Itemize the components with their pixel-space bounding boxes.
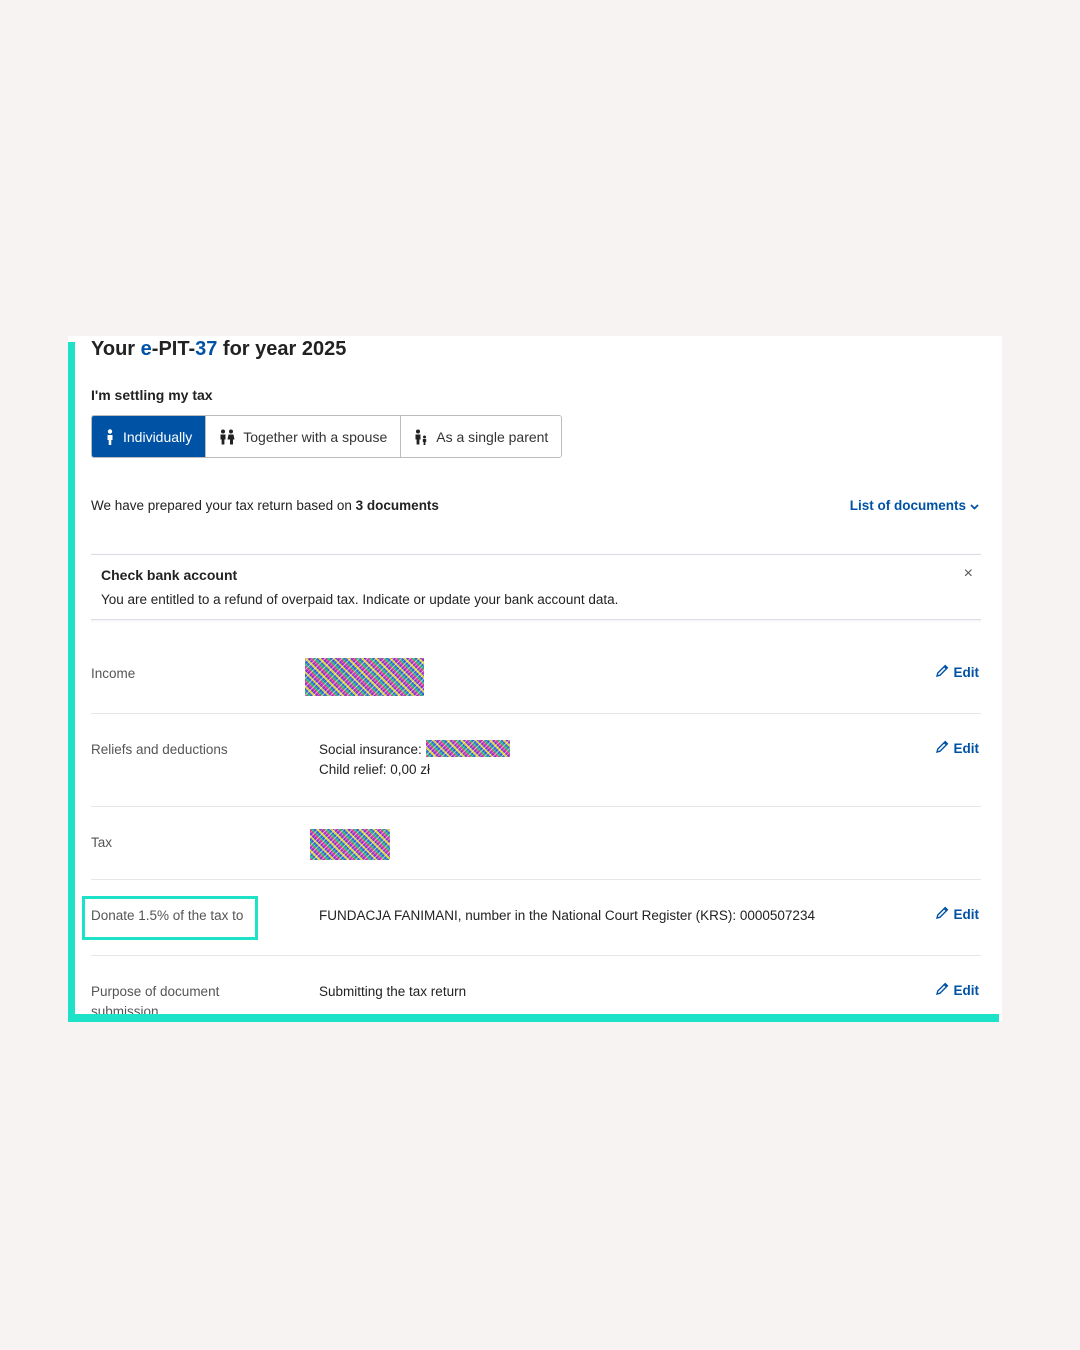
settling-label: I'm settling my tax — [91, 387, 213, 403]
option-single-parent[interactable]: As a single parent — [401, 416, 562, 457]
divider — [91, 879, 981, 880]
income-value-redacted — [305, 658, 424, 696]
donate-highlight-box — [82, 896, 258, 940]
chevron-down-icon — [970, 498, 979, 513]
tax-label: Tax — [91, 835, 113, 850]
prepared-summary: We have prepared your tax return based o… — [91, 498, 439, 513]
reliefs-value: Social insurance: Child relief: 0,00 zł — [319, 739, 510, 780]
highlight-frame-left — [68, 342, 75, 1022]
reliefs-label: Reliefs and deductions — [91, 742, 228, 757]
edit-purpose-button[interactable]: Edit — [935, 982, 979, 998]
option-together-label: Together with a spouse — [243, 428, 388, 445]
list-of-documents-link[interactable]: List of documents — [850, 498, 979, 513]
income-label: Income — [91, 666, 136, 681]
option-together-with-spouse[interactable]: Together with a spouse — [206, 416, 402, 457]
close-icon[interactable]: × — [964, 565, 973, 583]
pencil-icon — [935, 664, 949, 680]
person-icon — [105, 428, 115, 445]
option-individually[interactable]: Individually — [92, 416, 207, 457]
documents-count: 3 documents — [355, 498, 439, 513]
edit-donate-button[interactable]: Edit — [935, 906, 979, 922]
option-single-parent-label: As a single parent — [436, 428, 549, 445]
parent-child-icon — [414, 429, 428, 445]
tax-value-redacted — [310, 829, 390, 860]
donate-value: FUNDACJA FANIMANI, number in the Nationa… — [319, 908, 815, 923]
pencil-icon — [935, 740, 949, 756]
bank-account-alert: Check bank account You are entitled to a… — [91, 554, 981, 620]
alert-text: You are entitled to a refund of overpaid… — [101, 592, 619, 607]
option-individually-label: Individually — [123, 428, 193, 445]
divider — [91, 806, 981, 807]
child-relief-text: Child relief: 0,00 zł — [319, 762, 431, 777]
divider — [91, 713, 981, 714]
divider — [91, 955, 981, 956]
pencil-icon — [935, 982, 949, 998]
alert-title: Check bank account — [101, 567, 238, 583]
purpose-label: Purpose of document submission — [91, 984, 220, 1014]
couple-icon — [219, 429, 235, 445]
highlight-frame-bottom — [68, 1014, 999, 1022]
social-insurance-label: Social insurance: — [319, 742, 426, 757]
settling-mode-selector: Individually Together with a spouse As a… — [91, 415, 563, 458]
page-title: Your e-PIT-37 for year 2025 — [91, 338, 347, 360]
edit-reliefs-button[interactable]: Edit — [935, 740, 979, 756]
edit-income-button[interactable]: Edit — [935, 664, 979, 680]
pencil-icon — [935, 906, 949, 922]
social-insurance-redacted — [425, 739, 510, 757]
purpose-value: Submitting the tax return — [319, 984, 467, 999]
